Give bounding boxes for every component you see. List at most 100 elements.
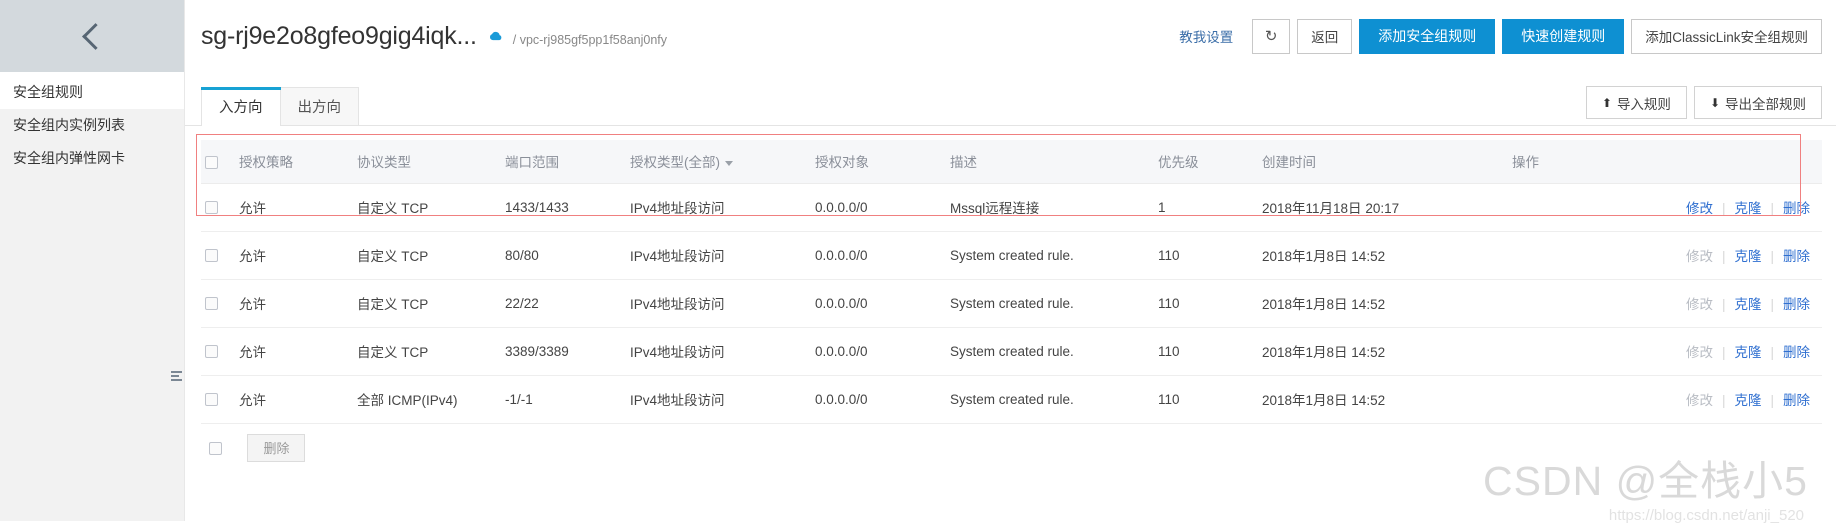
cell-protocol: 自定义 TCP [353, 231, 501, 280]
column-header-auth-type[interactable]: 授权类型(全部) [626, 140, 811, 184]
column-header-port: 端口范围 [501, 140, 626, 184]
row-checkbox[interactable] [205, 393, 218, 407]
op-separator: | [1770, 201, 1774, 216]
sidebar-item-label: 安全组规则 [13, 84, 83, 100]
cell-auth-type: IPv4地址段访问 [626, 231, 811, 280]
direction-tabs: 入方向 出方向 [201, 87, 359, 126]
clone-link[interactable]: 克隆 [1734, 345, 1761, 360]
chevron-down-icon[interactable] [725, 161, 733, 167]
clone-link[interactable]: 克隆 [1734, 249, 1761, 264]
download-icon: ⬇ [1709, 95, 1720, 110]
cell-operations: 修改 | 克隆 | 删除 [1508, 231, 1822, 280]
tab-bar: 入方向 出方向 ⬆ 导入规则 ⬇ 导出全部规则 [185, 72, 1836, 126]
column-header-operations: 操作 [1508, 140, 1822, 184]
cell-priority: 110 [1154, 375, 1258, 424]
tab-bar-actions: ⬆ 导入规则 ⬇ 导出全部规则 [1579, 86, 1836, 119]
row-checkbox[interactable] [205, 345, 218, 359]
export-rules-button[interactable]: ⬇ 导出全部规则 [1693, 86, 1822, 119]
rules-table-area: 授权策略 协议类型 端口范围 授权类型(全部) 授权对象 描述 优先级 创建时间… [185, 126, 1836, 462]
column-header-priority: 优先级 [1154, 140, 1258, 184]
cell-create-time: 2018年1月8日 14:52 [1258, 327, 1508, 376]
cell-auth-type: IPv4地址段访问 [626, 279, 811, 328]
tab-outbound[interactable]: 出方向 [279, 87, 359, 125]
row-select-cell [201, 183, 235, 232]
cell-protocol: 自定义 TCP [353, 279, 501, 328]
modify-link[interactable]: 修改 [1686, 201, 1713, 216]
sidebar: 安全组规则 安全组内实例列表 安全组内弹性网卡 [0, 0, 185, 521]
delete-link[interactable]: 删除 [1783, 393, 1810, 408]
delete-link[interactable]: 删除 [1783, 345, 1810, 360]
cell-description: System created rule. [946, 279, 1154, 328]
tab-label: 出方向 [297, 100, 342, 116]
teach-me-link[interactable]: 教我设置 [1179, 26, 1233, 46]
table-header-row: 授权策略 协议类型 端口范围 授权类型(全部) 授权对象 描述 优先级 创建时间… [201, 140, 1822, 184]
cell-port-range: 1433/1433 [501, 183, 626, 232]
chevron-left-icon [81, 22, 109, 50]
cell-port-range: -1/-1 [501, 375, 626, 424]
cell-auth-type: IPv4地址段访问 [626, 375, 811, 424]
row-checkbox[interactable] [205, 249, 218, 263]
cell-operations: 修改 | 克隆 | 删除 [1508, 327, 1822, 376]
cell-protocol: 全部 ICMP(IPv4) [353, 375, 501, 424]
clone-link[interactable]: 克隆 [1734, 297, 1761, 312]
table-row: 允许 自定义 TCP 80/80 IPv4地址段访问 0.0.0.0/0 System c… [201, 231, 1822, 280]
delete-link[interactable]: 删除 [1783, 297, 1810, 312]
cell-policy: 允许 [235, 183, 353, 232]
cell-priority: 110 [1154, 279, 1258, 328]
op-separator: | [1770, 297, 1774, 312]
table-bottom-bar: 删除 [201, 424, 1822, 462]
cell-port-range: 80/80 [501, 231, 626, 280]
import-rules-button[interactable]: ⬆ 导入规则 [1585, 86, 1687, 119]
refresh-icon: ↻ [1264, 27, 1278, 45]
sidebar-item-eni-list[interactable]: 安全组内弹性网卡 [0, 142, 184, 175]
cell-auth-object: 0.0.0.0/0 [811, 327, 946, 376]
clone-link[interactable]: 克隆 [1734, 201, 1761, 216]
table-head: 授权策略 协议类型 端口范围 授权类型(全部) 授权对象 描述 优先级 创建时间… [201, 140, 1822, 184]
cell-priority: 110 [1154, 231, 1258, 280]
op-separator: | [1721, 345, 1726, 360]
add-classiclink-rule-button[interactable]: 添加ClassicLink安全组规则 [1631, 18, 1822, 54]
op-separator: | [1721, 393, 1726, 408]
refresh-button[interactable]: ↻ [1252, 18, 1291, 54]
title-block: sg-rj9e2o8gfeo9gig4iqk... / vpc-rj985gf5… [201, 22, 667, 51]
select-all-header [201, 140, 235, 184]
cell-operations: 修改 | 克隆 | 删除 [1508, 279, 1822, 328]
sidebar-item-instance-list[interactable]: 安全组内实例列表 [0, 109, 184, 142]
delete-link[interactable]: 删除 [1783, 201, 1810, 216]
op-separator: | [1721, 249, 1726, 264]
cell-operations: 修改 | 克隆 | 删除 [1508, 183, 1822, 232]
cell-auth-object: 0.0.0.0/0 [811, 279, 946, 328]
cell-port-range: 3389/3389 [501, 327, 626, 376]
cell-auth-object: 0.0.0.0/0 [811, 375, 946, 424]
vpc-breadcrumb[interactable]: / vpc-rj985gf5pp1f58anj0nfy [513, 33, 667, 47]
upload-icon: ⬆ [1601, 95, 1612, 110]
sidebar-collapse-button[interactable] [0, 0, 184, 72]
select-all-checkbox[interactable] [205, 155, 218, 169]
bottom-select-checkbox[interactable] [209, 442, 222, 456]
sidebar-item-security-group-rules[interactable]: 安全组规则 [0, 76, 184, 109]
cell-protocol: 自定义 TCP [353, 327, 501, 376]
modify-link: 修改 [1685, 393, 1713, 408]
row-checkbox[interactable] [205, 201, 218, 215]
tab-inbound[interactable]: 入方向 [201, 87, 281, 126]
import-rules-label: 导入规则 [1616, 96, 1671, 112]
page-root: 安全组规则 安全组内实例列表 安全组内弹性网卡 sg-rj9e2o8gfeo9g… [0, 0, 1836, 524]
cell-auth-type: IPv4地址段访问 [626, 183, 811, 232]
table-body: 允许 自定义 TCP 1433/1433 IPv4地址段访问 0.0.0.0/0 Mssq… [201, 183, 1822, 424]
cell-operations: 修改 | 克隆 | 删除 [1508, 375, 1822, 424]
cell-auth-object: 0.0.0.0/0 [811, 231, 946, 280]
cell-description: System created rule. [946, 327, 1154, 376]
column-header-description: 描述 [946, 140, 1154, 184]
row-checkbox[interactable] [205, 297, 218, 311]
delete-link[interactable]: 删除 [1783, 249, 1810, 264]
batch-delete-button[interactable]: 删除 [247, 433, 306, 462]
tab-label: 入方向 [219, 100, 263, 116]
sidebar-resize-handle[interactable] [167, 362, 185, 392]
cell-policy: 允许 [235, 327, 353, 376]
back-button[interactable]: 返回 [1297, 18, 1353, 54]
cell-auth-type: IPv4地址段访问 [626, 327, 811, 376]
table-row: 允许 自定义 TCP 3389/3389 IPv4地址段访问 0.0.0.0/0 Syst… [201, 327, 1822, 376]
clone-link[interactable]: 克隆 [1734, 393, 1761, 408]
quick-create-rule-button[interactable]: 快速创建规则 [1502, 18, 1625, 54]
add-security-group-rule-button[interactable]: 添加安全组规则 [1359, 18, 1496, 54]
